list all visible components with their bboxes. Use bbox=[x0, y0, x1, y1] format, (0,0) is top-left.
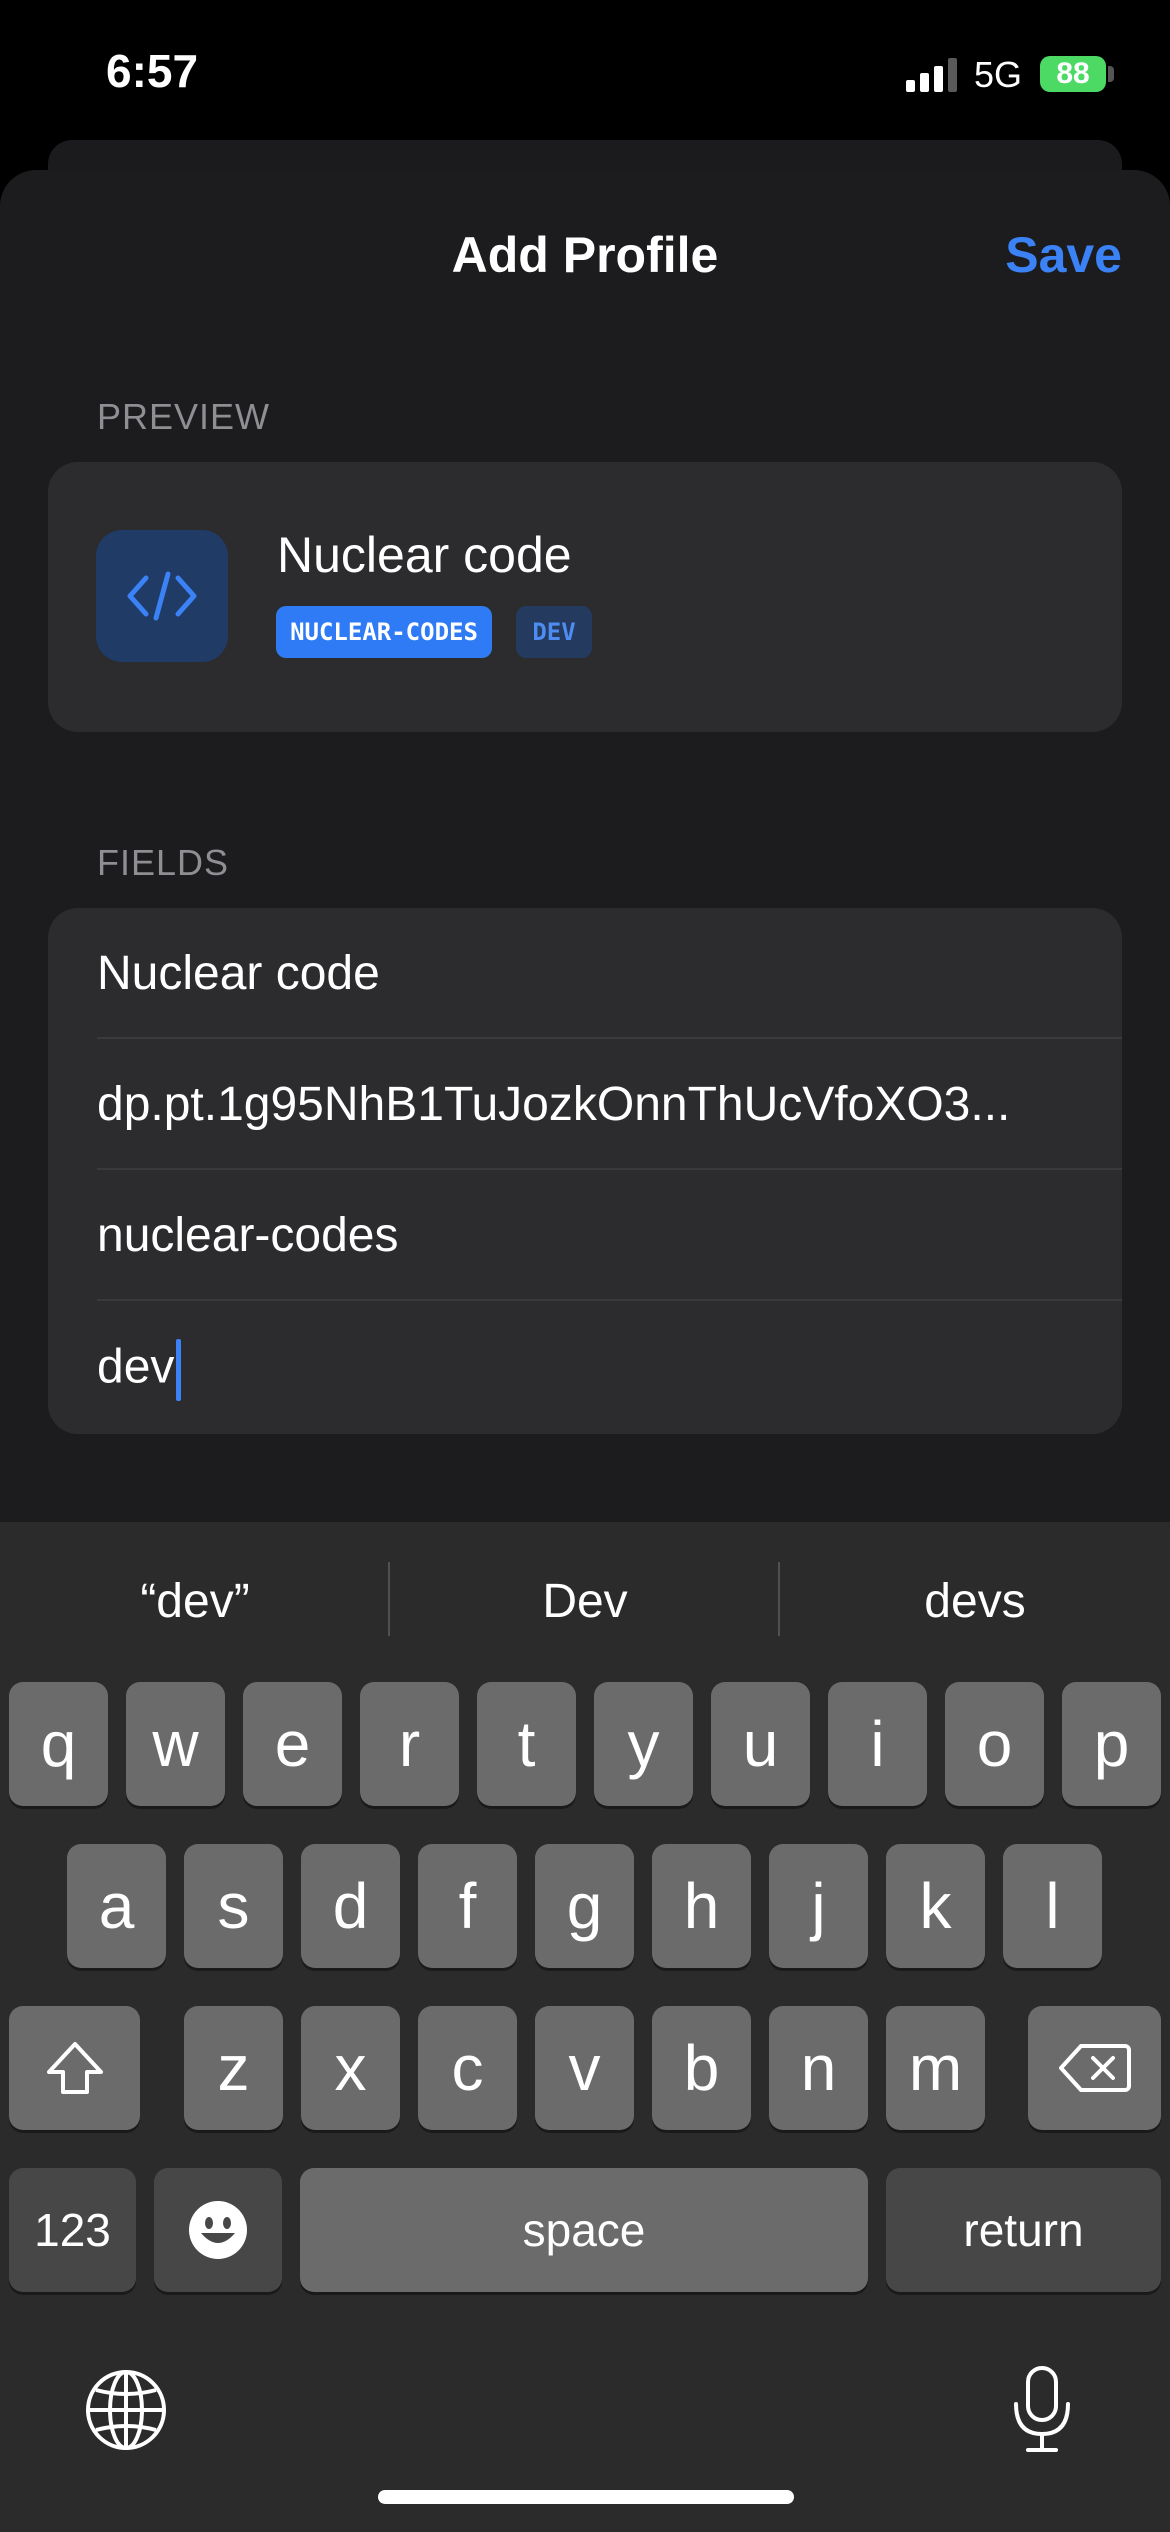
tag-badge: NUCLEAR-CODES bbox=[276, 606, 492, 658]
space-key[interactable]: space bbox=[300, 2168, 868, 2292]
key-v[interactable]: v bbox=[535, 2006, 634, 2130]
field-name-value: Nuclear code bbox=[97, 947, 380, 1000]
battery-level: 88 bbox=[1056, 57, 1090, 90]
key-s[interactable]: s bbox=[184, 1844, 283, 1968]
emoji-key[interactable] bbox=[154, 2168, 282, 2292]
suggestion-item[interactable]: “dev” bbox=[0, 1574, 390, 1629]
key-r[interactable]: r bbox=[360, 1682, 459, 1806]
field-project[interactable]: nuclear-codes bbox=[48, 1170, 1122, 1301]
key-a[interactable]: a bbox=[67, 1844, 166, 1968]
fields-section-label: FIELDS bbox=[97, 842, 230, 883]
key-h[interactable]: h bbox=[652, 1844, 751, 1968]
globe-icon[interactable] bbox=[84, 2368, 168, 2452]
key-i[interactable]: i bbox=[828, 1682, 927, 1806]
save-button[interactable]: Save bbox=[1005, 226, 1122, 284]
emoji-icon bbox=[189, 2201, 247, 2259]
field-environment-input[interactable]: dev bbox=[97, 1339, 182, 1401]
preview-card: Nuclear code NUCLEAR-CODES DEV bbox=[48, 462, 1122, 732]
key-t[interactable]: t bbox=[477, 1682, 576, 1806]
battery-tip bbox=[1108, 66, 1114, 82]
return-key[interactable]: return bbox=[886, 2168, 1161, 2292]
key-j[interactable]: j bbox=[769, 1844, 868, 1968]
key-b[interactable]: b bbox=[652, 2006, 751, 2130]
cellular-signal-icon bbox=[906, 58, 957, 92]
key-k[interactable]: k bbox=[886, 1844, 985, 1968]
field-environment[interactable]: dev bbox=[48, 1301, 1122, 1432]
suggestion-item[interactable]: devs bbox=[780, 1574, 1170, 1629]
suggestion-item[interactable]: Dev bbox=[390, 1574, 780, 1629]
key-e[interactable]: e bbox=[243, 1682, 342, 1806]
preview-section-label: PREVIEW bbox=[97, 396, 271, 437]
key-p[interactable]: p bbox=[1062, 1682, 1161, 1806]
key-z[interactable]: z bbox=[184, 2006, 283, 2130]
key-l[interactable]: l bbox=[1003, 1844, 1102, 1968]
field-token-value: dp.pt.1g95NhB1TuJozkOnnThUcVfoXO3... bbox=[97, 1078, 1011, 1131]
keyboard: “dev” Dev devs q w e r t y u i o p a s d… bbox=[0, 1522, 1170, 2532]
field-project-value: nuclear-codes bbox=[97, 1209, 399, 1262]
status-time: 6:57 bbox=[106, 45, 199, 97]
field-token[interactable]: dp.pt.1g95NhB1TuJozkOnnThUcVfoXO3... bbox=[48, 1039, 1122, 1170]
code-icon bbox=[96, 530, 228, 662]
key-f[interactable]: f bbox=[418, 1844, 517, 1968]
key-y[interactable]: y bbox=[594, 1682, 693, 1806]
key-g[interactable]: g bbox=[535, 1844, 634, 1968]
backspace-icon bbox=[1058, 2044, 1131, 2092]
tag-badge: DEV bbox=[516, 606, 592, 658]
shift-icon bbox=[46, 2042, 103, 2094]
key-o[interactable]: o bbox=[945, 1682, 1044, 1806]
page-title: Add Profile bbox=[451, 227, 719, 283]
shift-key[interactable] bbox=[9, 2006, 140, 2130]
fields-card: Nuclear code dp.pt.1g95NhB1TuJozkOnnThUc… bbox=[48, 908, 1122, 1434]
key-u[interactable]: u bbox=[711, 1682, 810, 1806]
field-environment-value: dev bbox=[97, 1340, 175, 1394]
battery-icon: 88 bbox=[1040, 56, 1106, 92]
field-name[interactable]: Nuclear code bbox=[48, 908, 1122, 1039]
numbers-key[interactable]: 123 bbox=[9, 2168, 136, 2292]
network-type: 5G bbox=[974, 54, 1023, 95]
key-m[interactable]: m bbox=[886, 2006, 985, 2130]
home-indicator[interactable] bbox=[378, 2490, 794, 2504]
key-d[interactable]: d bbox=[301, 1844, 400, 1968]
microphone-icon[interactable] bbox=[1008, 2364, 1076, 2454]
key-c[interactable]: c bbox=[418, 2006, 517, 2130]
key-w[interactable]: w bbox=[126, 1682, 225, 1806]
key-x[interactable]: x bbox=[301, 2006, 400, 2130]
preview-profile-name: Nuclear code bbox=[277, 527, 572, 583]
key-q[interactable]: q bbox=[9, 1682, 108, 1806]
text-cursor bbox=[176, 1339, 182, 1401]
delete-key[interactable] bbox=[1028, 2006, 1161, 2130]
key-n[interactable]: n bbox=[769, 2006, 868, 2130]
